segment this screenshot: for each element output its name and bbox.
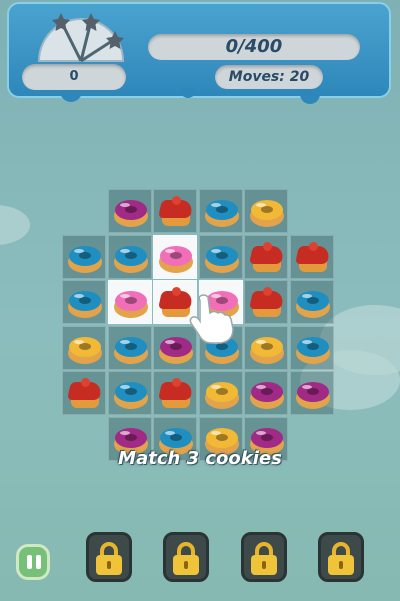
red-cake-icon — [158, 378, 194, 410]
purple-donut-icon — [113, 197, 148, 227]
board-cell[interactable] — [244, 325, 288, 370]
board-cell[interactable] — [62, 280, 106, 324]
board-cell[interactable] — [107, 280, 152, 324]
locked-booster-slot[interactable] — [241, 532, 287, 582]
board-cell[interactable] — [289, 280, 334, 324]
blue-donut-icon — [113, 334, 148, 364]
board-cell[interactable] — [107, 234, 152, 279]
pause-icon — [27, 555, 32, 569]
board-cell[interactable] — [107, 371, 152, 415]
yellow-donut-icon — [204, 379, 239, 409]
red-cake-icon — [249, 241, 285, 274]
yellow-donut-icon — [250, 197, 284, 227]
yellow-donut-icon — [68, 334, 102, 364]
blue-donut-icon — [68, 288, 102, 318]
locked-booster-slot[interactable] — [318, 532, 364, 582]
board-cell[interactable] — [244, 371, 288, 415]
board-cell[interactable] — [289, 325, 334, 370]
pink-donut-icon — [113, 288, 148, 318]
blue-donut-icon — [295, 288, 330, 318]
board-cell[interactable] — [107, 189, 152, 233]
board-cell[interactable] — [198, 234, 243, 279]
board-cell[interactable] — [244, 234, 288, 279]
pointing-hand-icon — [189, 294, 234, 344]
blue-donut-icon — [204, 243, 239, 273]
board-cell[interactable] — [62, 234, 106, 279]
board-cell[interactable] — [289, 371, 334, 415]
purple-donut-icon — [250, 379, 284, 409]
blue-donut-icon — [113, 379, 148, 409]
board-cell[interactable] — [198, 189, 243, 233]
purple-donut-icon — [295, 379, 330, 409]
blue-donut-icon — [204, 197, 239, 227]
board-cell[interactable] — [107, 325, 152, 370]
board-cell[interactable] — [289, 234, 334, 279]
red-cake-icon — [294, 241, 331, 274]
locked-booster-slot[interactable] — [86, 532, 132, 582]
board-cell[interactable] — [198, 371, 243, 415]
blue-donut-icon — [68, 243, 102, 273]
locked-booster-slot[interactable] — [163, 532, 209, 582]
red-cake-icon — [249, 287, 285, 319]
board-cell[interactable] — [62, 371, 106, 415]
yellow-donut-icon — [250, 334, 284, 364]
board-cell[interactable] — [244, 280, 288, 324]
red-cake-icon — [67, 378, 103, 410]
board-cell[interactable] — [153, 189, 197, 233]
board-cell[interactable] — [153, 371, 197, 415]
board-cell[interactable] — [62, 325, 106, 370]
tutorial-hint-text: Match 3 cookies — [118, 448, 282, 469]
board-cell[interactable] — [244, 189, 288, 233]
pause-icon — [36, 555, 41, 569]
blue-donut-icon — [295, 334, 330, 364]
red-cake-icon — [158, 196, 194, 228]
pause-button[interactable] — [16, 544, 50, 580]
board-cell[interactable] — [153, 234, 197, 279]
pink-donut-icon — [159, 243, 193, 273]
blue-donut-icon — [113, 243, 148, 273]
game-screen: 0 0/400 Moves: 20 Match 3 cookies — [0, 0, 400, 601]
